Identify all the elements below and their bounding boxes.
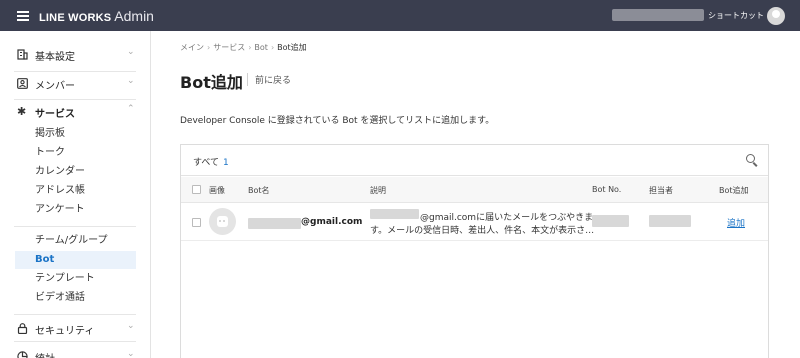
- nav-security[interactable]: セキュリティ ⌄: [0, 314, 151, 342]
- bot-no-redacted: [592, 215, 629, 227]
- col-description: 説明: [370, 186, 386, 195]
- divider: [14, 226, 136, 227]
- chart-icon: [17, 351, 28, 358]
- sidebar: 基本設定 ⌄ メンバー ⌄ ✱ サービス ⌃ 掲示板 トーク カレンダー アドレ…: [0, 31, 151, 358]
- top-bar: LINE WORKS Admin ショートカット: [0, 0, 800, 31]
- sidebar-item-template[interactable]: テンプレート: [15, 270, 136, 288]
- nav-basic-settings[interactable]: 基本設定 ⌄: [0, 40, 151, 68]
- bot-description-line2: す。メールの受信日時、差出人、件名、本文が表示され…: [370, 226, 602, 236]
- breadcrumb: メイン › サービス › Bot › Bot追加: [180, 43, 307, 52]
- add-bot-button[interactable]: 追加: [727, 216, 745, 229]
- sidebar-item-video-call[interactable]: ビデオ通話: [15, 289, 136, 307]
- person-icon: [17, 78, 28, 89]
- col-add-bot: Bot追加: [719, 186, 749, 195]
- user-name-redacted: [612, 9, 704, 21]
- building-icon: [17, 49, 28, 60]
- select-all-checkbox[interactable]: [192, 185, 201, 194]
- robot-icon: [217, 216, 228, 227]
- user-avatar[interactable]: [767, 7, 785, 25]
- col-image: 画像: [209, 186, 225, 195]
- sidebar-item-calendar[interactable]: カレンダー: [15, 163, 136, 181]
- col-owner: 担当者: [649, 186, 673, 195]
- tab-count: 1: [223, 158, 229, 168]
- table-header: 画像 Bot名 説明 Bot No. 担当者 Bot追加: [181, 177, 768, 203]
- sidebar-item-team-group[interactable]: チーム/グループ: [15, 232, 136, 250]
- breadcrumb-current: Bot追加: [277, 43, 307, 52]
- panel-header: すべて 1: [181, 145, 768, 176]
- gear-icon: ✱: [17, 105, 27, 118]
- sidebar-item-bot[interactable]: Bot: [15, 251, 136, 269]
- page-title: Bot追加: [180, 73, 243, 92]
- lock-icon: [17, 323, 28, 335]
- bot-description-line1: @gmail.comに届いたメールをつぶやきま: [420, 213, 594, 223]
- row-checkbox[interactable]: [192, 218, 201, 227]
- col-bot-no[interactable]: Bot No.: [592, 185, 621, 194]
- chevron-up-icon: ⌃: [127, 104, 135, 114]
- page-description: Developer Console に登録されている Bot を選択してリストに…: [180, 116, 495, 126]
- chevron-down-icon: ⌄: [127, 321, 135, 331]
- chevron-down-icon: ⌄: [127, 349, 135, 358]
- sidebar-item-talk[interactable]: トーク: [15, 144, 136, 162]
- menu-icon[interactable]: [17, 11, 29, 21]
- back-link[interactable]: 前に戻る: [255, 73, 291, 86]
- breadcrumb-bot[interactable]: Bot: [254, 43, 268, 52]
- bot-name-redacted: [248, 218, 301, 229]
- brand-logo[interactable]: LINE WORKS Admin: [39, 8, 154, 25]
- bot-name: @gmail.com: [301, 217, 363, 227]
- tab-all[interactable]: すべて 1: [193, 155, 229, 168]
- email-redacted: [370, 209, 419, 219]
- divider: [247, 73, 248, 86]
- table-row: @gmail.com @gmail.comに届いたメールをつぶやきま す。メール…: [181, 203, 768, 241]
- shortcut-link[interactable]: ショートカット: [708, 10, 764, 21]
- breadcrumb-main[interactable]: メイン: [180, 43, 204, 52]
- bot-avatar: [209, 208, 236, 235]
- breadcrumb-services[interactable]: サービス: [213, 43, 245, 52]
- sidebar-item-survey[interactable]: アンケート: [15, 201, 136, 219]
- sidebar-item-address-book[interactable]: アドレス帳: [15, 182, 136, 200]
- chevron-down-icon: ⌄: [127, 47, 135, 57]
- sidebar-item-bulletin[interactable]: 掲示板: [15, 125, 136, 143]
- main-content: メイン › サービス › Bot › Bot追加 Bot追加 前に戻る Developer …: [151, 31, 800, 358]
- nav-statistics[interactable]: 統計 ⌄: [0, 342, 151, 358]
- nav-members[interactable]: メンバー ⌄: [0, 69, 151, 97]
- chevron-down-icon: ⌄: [127, 76, 135, 86]
- bot-list-panel: すべて 1 画像 Bot名 説明 Bot No. 担当者 Bot追加 @gmail…: [180, 144, 769, 358]
- nav-services[interactable]: ✱ サービス ⌃: [0, 97, 151, 125]
- search-icon[interactable]: [746, 154, 758, 167]
- col-bot-name[interactable]: Bot名: [248, 185, 270, 196]
- owner-redacted: [649, 215, 691, 227]
